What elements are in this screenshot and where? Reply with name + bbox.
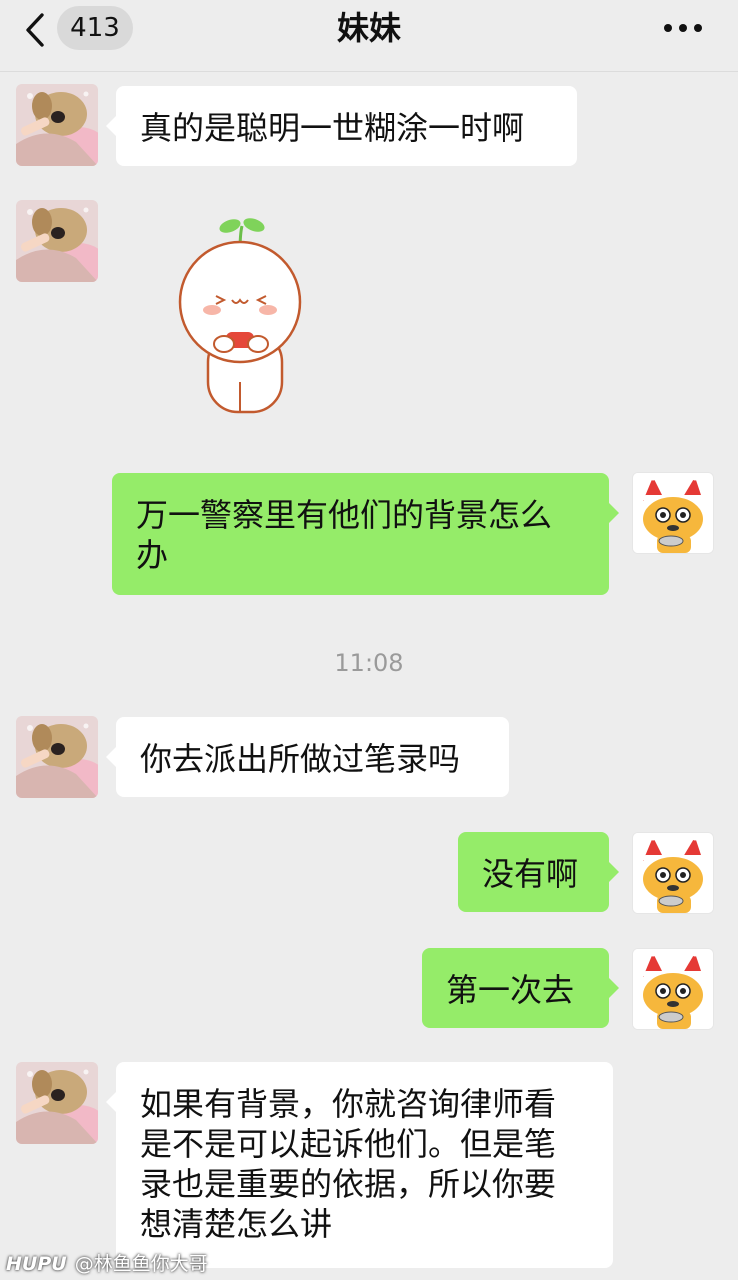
message-text-line: 如果有背景，你就咨询律师看 [140,1085,557,1123]
contact-avatar[interactable] [16,1062,98,1144]
message-text-line: 万一警察里有他们的背景怎么 [136,496,553,534]
watermark-brand: HUPU [6,1253,67,1275]
my-avatar[interactable] [632,832,714,914]
contact-avatar[interactable] [16,200,98,282]
message-timestamp: 11:08 [334,649,404,677]
message-text-line: 办 [136,536,169,574]
chat-title: 妹妹 [336,9,401,47]
more-dots-icon[interactable] [664,22,702,34]
my-avatar[interactable] [632,472,714,554]
incoming-message-bubble[interactable]: 你去派出所做过笔录吗 [106,717,509,797]
message-text: 真的是聪明一世糊涂一时啊 [140,109,525,147]
message-text: 没有啊 [482,855,579,893]
incoming-message-bubble[interactable]: 真的是聪明一世糊涂一时啊 [106,86,577,166]
message-text-line: 想清楚怎么讲 [140,1205,333,1243]
outgoing-message-bubble[interactable]: 第一次去 [422,948,619,1028]
watermark: HUPU @林鱼鱼你大哥 [6,1252,208,1276]
chat-header: 413 妹妹 [0,0,738,72]
message-text-line: 录也是重要的依据，所以你要 [140,1165,557,1203]
watermark-user: @林鱼鱼你大哥 [74,1253,208,1275]
contact-avatar[interactable] [16,84,98,166]
message-text: 第一次去 [446,971,575,1009]
outgoing-message-bubble[interactable]: 没有啊 [458,832,619,912]
contact-avatar[interactable] [16,716,98,798]
outgoing-message-bubble[interactable]: 万一警察里有他们的背景怎么 办 [112,473,619,595]
sprout-bun-sticker[interactable] [170,212,310,422]
my-avatar[interactable] [632,948,714,1030]
incoming-message-bubble[interactable]: 如果有背景，你就咨询律师看 是不是可以起诉他们。但是笔 录也是重要的依据，所以你… [106,1062,613,1268]
message-text: 你去派出所做过笔录吗 [140,740,461,778]
message-text-line: 是不是可以起诉他们。但是笔 [140,1125,557,1163]
